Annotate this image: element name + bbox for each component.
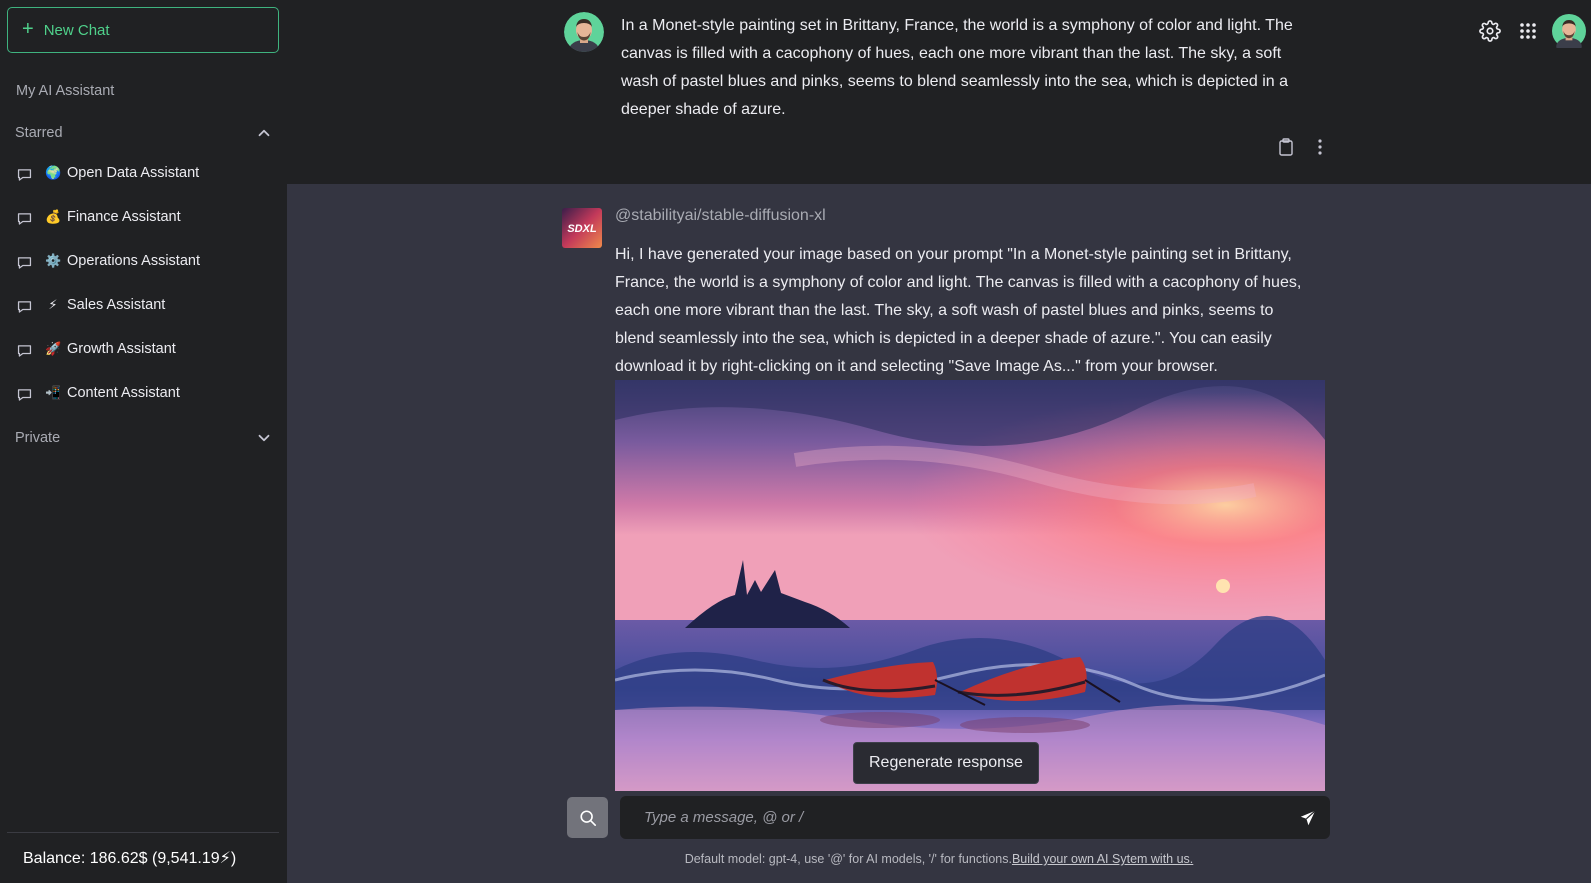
assistant-message-text: Hi, I have generated your image based on… [615, 246, 1302, 375]
sidebar-item-label: Open Data Assistant [67, 165, 200, 181]
search-button[interactable] [567, 797, 608, 838]
sidebar-item-label: Finance Assistant [67, 209, 181, 225]
private-label: Private [15, 430, 61, 446]
message-composer [620, 796, 1330, 839]
rocket-icon: 🚀 [45, 341, 62, 356]
settings-button[interactable] [1471, 12, 1509, 50]
starred-section-toggle[interactable]: Starred [15, 124, 273, 142]
sidebar-item-label: Sales Assistant [67, 297, 166, 313]
profile-avatar-button[interactable] [1547, 12, 1591, 50]
app-root: + New Chat My AI Assistant Starred 🌍 Ope… [0, 0, 1591, 883]
user-avatar [564, 12, 604, 52]
balance-display: Balance: 186.62$ (9,541.19⚡) [23, 850, 237, 867]
chat-bubble-icon [17, 345, 32, 357]
chat-bubble-icon [17, 389, 32, 401]
chat-bubble-icon [17, 169, 32, 181]
assistant-model-name: @stabilityai/stable-diffusion-xl [615, 207, 826, 224]
profile-avatar-icon [1552, 14, 1586, 48]
sidebar-item-sales-assistant[interactable]: ⚡ Sales Assistant [16, 290, 274, 320]
send-icon [1300, 809, 1316, 825]
apps-grid-button[interactable] [1509, 12, 1547, 50]
footer-note: Default model: gpt-4, use '@' for AI mod… [287, 852, 1591, 866]
gear-emoji-icon: ⚙️ [45, 253, 62, 268]
new-chat-label: New Chat [43, 21, 110, 39]
globe-icon: 🌍 [45, 165, 62, 180]
plus-icon: + [22, 18, 34, 40]
mobile-phone-icon: 📲 [45, 385, 62, 400]
sidebar-item-label: Operations Assistant [67, 253, 200, 269]
user-message-text: In a Monet-style painting set in Brittan… [621, 17, 1293, 118]
lightning-icon: ⚡ [48, 297, 58, 312]
assistant-avatar-text: SDXL [567, 223, 597, 235]
sidebar-item-growth-assistant[interactable]: 🚀 Growth Assistant [16, 334, 274, 364]
send-button[interactable] [1286, 796, 1330, 839]
more-options-button[interactable] [1310, 137, 1330, 157]
kebab-menu-icon [1318, 139, 1322, 155]
clipboard-icon [1279, 138, 1293, 156]
generated-image[interactable] [615, 380, 1325, 791]
chat-bubble-icon [17, 301, 32, 313]
starred-label: Starred [15, 125, 63, 141]
sidebar-item-label: Growth Assistant [67, 341, 176, 357]
new-chat-button[interactable]: + New Chat [7, 7, 279, 53]
message-input[interactable] [620, 796, 1286, 839]
chevron-down-icon [258, 434, 270, 442]
chat-bubble-icon [17, 213, 32, 225]
search-icon [579, 809, 596, 826]
sidebar-divider [7, 832, 279, 833]
copy-button[interactable] [1276, 137, 1296, 157]
sidebar-item-label: Content Assistant [67, 385, 180, 401]
grid-icon [1520, 23, 1536, 39]
workspace-title: My AI Assistant [16, 83, 115, 99]
private-section-toggle[interactable]: Private [15, 429, 273, 447]
sidebar-item-finance-assistant[interactable]: 💰 Finance Assistant [16, 202, 274, 232]
user-message-block: In a Monet-style painting set in Brittan… [287, 0, 1591, 184]
assistant-avatar: SDXL [562, 208, 602, 248]
chat-bubble-icon [17, 257, 32, 269]
regenerate-response-button[interactable]: Regenerate response [853, 742, 1039, 784]
top-right-toolbar [1471, 12, 1591, 50]
money-bag-icon: 💰 [45, 209, 62, 224]
chat-main: In a Monet-style painting set in Brittan… [287, 0, 1591, 883]
message-actions [1276, 137, 1330, 157]
sidebar-item-operations-assistant[interactable]: ⚙️ Operations Assistant [16, 246, 274, 276]
footer-text: Default model: gpt-4, use '@' for AI mod… [684, 852, 1012, 866]
build-ai-system-link[interactable]: Build your own AI Sytem with us. [1012, 852, 1193, 866]
sidebar-item-open-data-assistant[interactable]: 🌍 Open Data Assistant [16, 158, 274, 188]
gear-icon [1479, 20, 1501, 42]
sidebar-item-content-assistant[interactable]: 📲 Content Assistant [16, 378, 274, 408]
sidebar: + New Chat My AI Assistant Starred 🌍 Ope… [0, 0, 287, 883]
chevron-up-icon [258, 129, 270, 137]
